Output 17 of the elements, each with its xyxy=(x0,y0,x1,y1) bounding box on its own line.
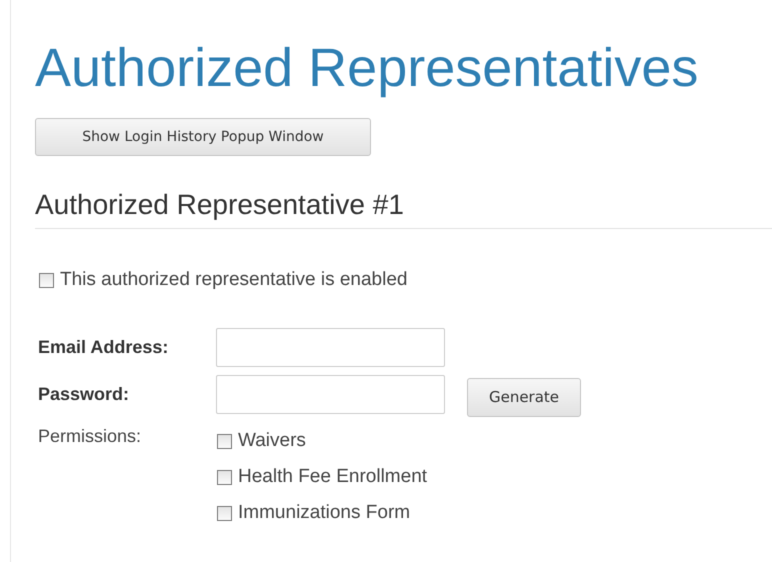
permission-label: Health Fee Enrollment xyxy=(238,466,428,488)
permissions-label: Permissions: xyxy=(37,425,142,448)
page-title: Authorized Representatives xyxy=(35,37,700,100)
generate-button[interactable]: Generate xyxy=(467,378,581,416)
input-field[interactable] xyxy=(216,328,445,366)
enabled-checkbox[interactable] xyxy=(39,272,54,288)
field-label: Email Address: xyxy=(37,336,170,358)
login-history-button[interactable]: Show Login History Popup Window xyxy=(35,118,371,156)
permission-checkbox[interactable] xyxy=(217,506,232,520)
section-title: Authorized Representative #1 xyxy=(35,188,772,229)
enabled-label: This authorized representative is enabled xyxy=(60,269,408,291)
field-label: Password: xyxy=(37,384,130,404)
permission-label: Immunizations Form xyxy=(238,502,410,524)
permission-checkbox[interactable] xyxy=(217,434,232,448)
permission-checkbox[interactable] xyxy=(217,470,232,484)
input-field[interactable] xyxy=(216,374,445,414)
permission-label: Waivers xyxy=(238,430,306,452)
